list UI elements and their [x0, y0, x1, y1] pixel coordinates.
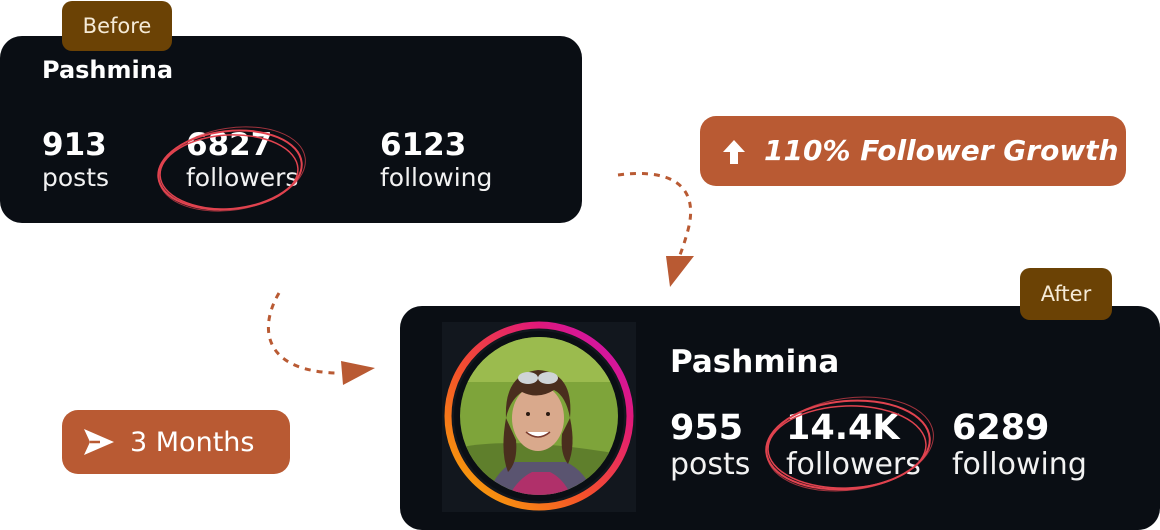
duration-badge: 3 Months [62, 410, 290, 474]
duration-dashed-arrow [266, 292, 375, 385]
before-following-label: following [380, 162, 493, 192]
arrow-up-icon [723, 140, 745, 164]
avatar [444, 321, 634, 511]
before-profile-card: Pashmina 913 posts 6827 followers 6123 f… [0, 36, 582, 223]
after-posts-count: 955 [670, 408, 744, 448]
before-profile-name: Pashmina [42, 56, 174, 84]
before-following-count: 6123 [380, 127, 467, 163]
after-following-label: following [952, 447, 1087, 483]
growth-dashed-arrow [617, 172, 694, 287]
after-following-stat: 6289 following [952, 408, 1087, 483]
growth-label: 110% Follower Growth [764, 134, 1119, 167]
before-posts-count: 913 [42, 127, 107, 163]
before-tag: Before [62, 1, 172, 51]
after-followers-highlight-circle [765, 396, 934, 492]
growth-badge: 110% Follower Growth [700, 116, 1126, 186]
after-tag: After [1020, 268, 1112, 320]
after-profile-name: Pashmina [670, 344, 840, 380]
avatar-frame [442, 321, 636, 512]
duration-label: 3 Months [130, 427, 255, 458]
before-posts-stat: 913 posts [42, 127, 110, 192]
after-following-count: 6289 [952, 408, 1050, 448]
after-posts-label: posts [670, 447, 751, 483]
after-profile-card: Pashmina 955 posts 14.4K followers 6289 … [400, 306, 1160, 530]
before-posts-label: posts [42, 162, 110, 192]
send-icon [84, 429, 114, 455]
after-posts-stat: 955 posts [670, 408, 750, 483]
before-following-stat: 6123 following [380, 127, 493, 192]
before-followers-highlight-circle [157, 126, 306, 212]
